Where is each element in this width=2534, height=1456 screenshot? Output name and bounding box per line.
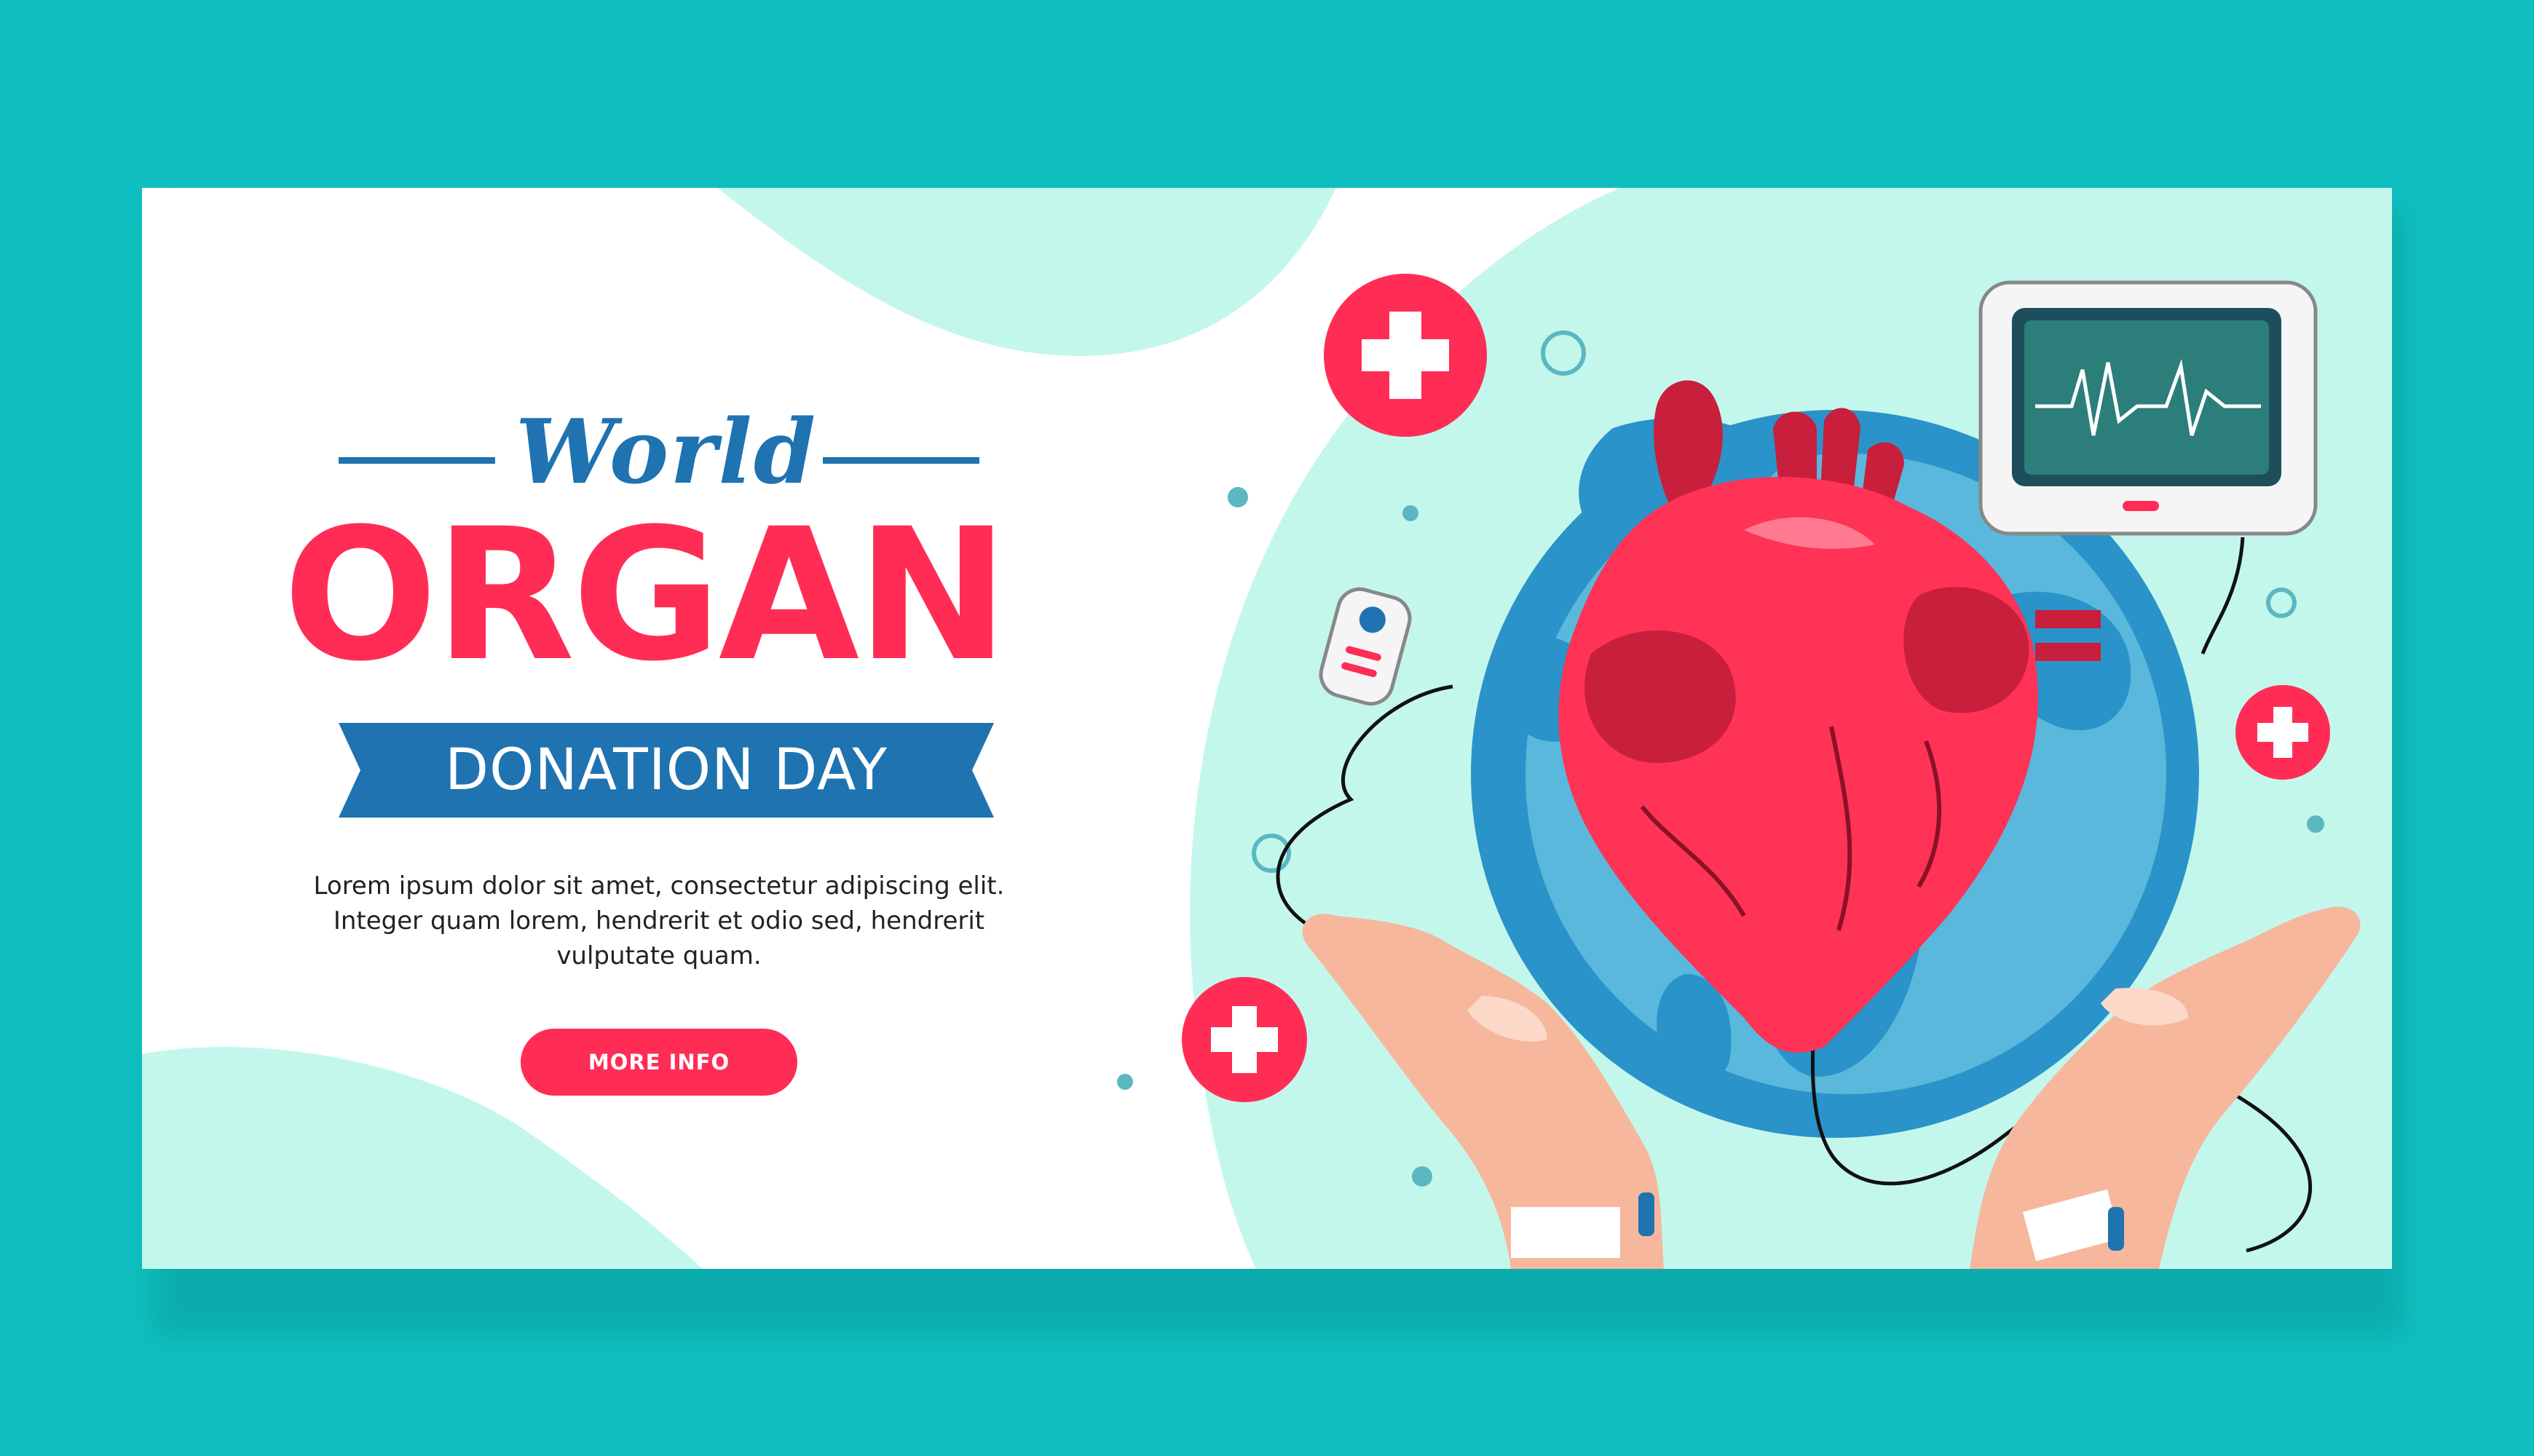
donation-day-ribbon: DONATION DAY — [339, 723, 994, 818]
banner: World ORGAN DONATION DAY Lorem ipsum dol… — [142, 188, 2392, 1269]
body-line-1: Lorem ipsum dolor sit amet, consectetur … — [313, 871, 1005, 901]
ribbon-label: DONATION DAY — [445, 737, 888, 803]
world-divider-right — [823, 457, 979, 464]
medical-cross-icon — [1324, 274, 1487, 437]
decor-dot — [1402, 505, 1418, 521]
decor-dot — [1412, 1166, 1432, 1187]
medical-cross-icon — [1182, 977, 1307, 1102]
organ-heading: ORGAN — [283, 489, 1009, 701]
body-line-3: vulputate quam. — [556, 941, 762, 970]
decor-dot — [2307, 815, 2324, 833]
body-line-2: Integer quam lorem, hendrerit et odio se… — [333, 906, 985, 935]
body-paragraph: Lorem ipsum dolor sit amet, consectetur … — [229, 869, 1089, 973]
title-block: World ORGAN DONATION DAY Lorem ipsum dol… — [142, 188, 1183, 1269]
medical-cross-icon — [2235, 685, 2330, 780]
decor-dot — [1228, 487, 1248, 507]
world-heading: World — [515, 399, 818, 504]
heart-monitor-illustration — [1978, 280, 2318, 536]
more-info-button[interactable]: MORE INFO — [521, 1029, 797, 1096]
